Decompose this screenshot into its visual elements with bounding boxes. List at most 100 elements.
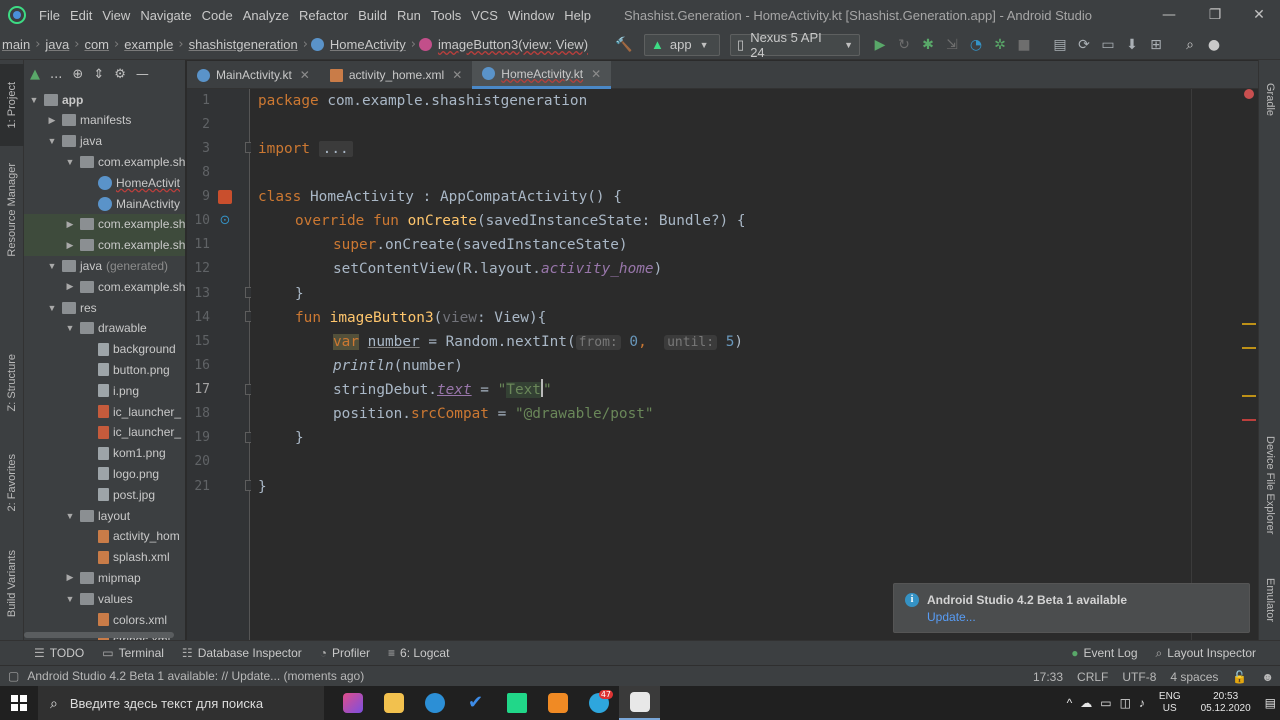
menu-refactor[interactable]: Refactor bbox=[294, 8, 353, 23]
tree-item[interactable]: logo.png bbox=[24, 463, 185, 484]
tool-layout-inspector[interactable]: ⌕ Layout Inspector bbox=[1156, 646, 1256, 661]
tab-favorites[interactable]: 2: Favorites bbox=[0, 442, 24, 524]
chevron-up-icon[interactable]: ^ bbox=[1067, 696, 1073, 710]
sync-gradle-icon[interactable]: ⟳ bbox=[1072, 33, 1096, 57]
taskbar-app-1[interactable] bbox=[332, 686, 373, 720]
tree-item[interactable]: ▶ manifests bbox=[24, 110, 185, 131]
folded-imports[interactable]: ... bbox=[318, 141, 353, 157]
taskbar-todo[interactable]: ✔ bbox=[455, 686, 496, 720]
tree-item[interactable]: ic_launcher_ bbox=[24, 422, 185, 443]
chevron-right-icon[interactable]: ▶ bbox=[64, 240, 76, 251]
chevron-down-icon[interactable]: ▼ bbox=[28, 95, 40, 105]
tree-item[interactable]: ▼ values bbox=[24, 588, 185, 609]
tree-item[interactable]: HomeActivit bbox=[24, 172, 185, 193]
maximize-button[interactable]: ❐ bbox=[1192, 0, 1238, 30]
menu-code[interactable]: Code bbox=[197, 8, 238, 23]
breadcrumb-method[interactable]: imageButton3(view: View) bbox=[436, 37, 590, 52]
taskbar-pycharm[interactable] bbox=[496, 686, 537, 720]
chevron-down-icon[interactable]: ▼ bbox=[64, 594, 76, 604]
menu-file[interactable]: File bbox=[34, 8, 65, 23]
warning-marker[interactable] bbox=[1242, 395, 1256, 397]
account-icon[interactable]: ● bbox=[1202, 33, 1226, 57]
breadcrumb-main[interactable]: main bbox=[0, 37, 32, 52]
tree-item[interactable]: ▼ java bbox=[24, 131, 185, 152]
chevron-down-icon[interactable]: ▼ bbox=[46, 136, 58, 146]
chevron-down-icon[interactable]: ▼ bbox=[64, 511, 76, 521]
close-icon[interactable]: ✕ bbox=[452, 68, 462, 82]
tab-activity-home-xml[interactable]: activity_home.xml ✕ bbox=[320, 61, 472, 89]
menu-navigate[interactable]: Navigate bbox=[135, 8, 196, 23]
chevron-down-icon[interactable]: ▼ bbox=[64, 157, 76, 167]
taskbar-app-6[interactable] bbox=[537, 686, 578, 720]
breadcrumb-class[interactable]: HomeActivity bbox=[328, 37, 408, 52]
run-icon[interactable]: ▶ bbox=[868, 33, 892, 57]
line-separator[interactable]: CRLF bbox=[1077, 670, 1108, 684]
chevron-down-icon[interactable]: ▼ bbox=[64, 323, 76, 333]
menu-run[interactable]: Run bbox=[392, 8, 426, 23]
tab-emulator[interactable]: Emulator bbox=[1258, 565, 1280, 635]
tree-item[interactable]: ▼ drawable bbox=[24, 318, 185, 339]
tab-mainactivity[interactable]: MainActivity.kt ✕ bbox=[187, 61, 320, 89]
chevron-right-icon[interactable]: ▶ bbox=[46, 115, 58, 126]
chevron-down-icon[interactable]: ▼ bbox=[46, 261, 58, 271]
inspector-icon[interactable]: ☻ bbox=[1261, 670, 1274, 684]
tree-item[interactable]: ▼ layout bbox=[24, 505, 185, 526]
tree-item[interactable]: i.png bbox=[24, 380, 185, 401]
tree-item[interactable]: splash.xml bbox=[24, 547, 185, 568]
profile-icon[interactable]: ◔ bbox=[964, 33, 988, 57]
tab-build-variants[interactable]: Build Variants bbox=[0, 538, 24, 630]
breadcrumb-package[interactable]: shashistgeneration bbox=[187, 37, 300, 52]
tree-item[interactable]: ▼ com.example.sh bbox=[24, 151, 185, 172]
chevron-down-icon[interactable]: ▼ bbox=[46, 303, 58, 313]
menu-edit[interactable]: Edit bbox=[65, 8, 97, 23]
tab-structure[interactable]: Z: Structure bbox=[0, 342, 24, 424]
tab-device-file-explorer[interactable]: Device File Explorer bbox=[1258, 425, 1280, 545]
device-dropdown[interactable]: ▯ Nexus 5 API 24 ▼ bbox=[730, 30, 861, 60]
run-config-dropdown[interactable]: ▲ app ▼ bbox=[644, 33, 721, 56]
debug-icon[interactable]: ✱ bbox=[916, 33, 940, 57]
error-marker[interactable] bbox=[1242, 419, 1256, 421]
menu-tools[interactable]: Tools bbox=[426, 8, 466, 23]
close-icon[interactable]: ✕ bbox=[300, 68, 310, 82]
tab-homeactivity[interactable]: HomeActivity.kt ✕ bbox=[472, 61, 612, 89]
error-indicator-icon[interactable] bbox=[1244, 89, 1254, 99]
caret-position[interactable]: 17:33 bbox=[1033, 670, 1063, 684]
tree-item[interactable]: post.jpg bbox=[24, 484, 185, 505]
tool-event-log[interactable]: ● Event Log bbox=[1071, 646, 1137, 660]
update-link[interactable]: Update... bbox=[927, 610, 976, 624]
menu-window[interactable]: Window bbox=[503, 8, 559, 23]
volume-icon[interactable]: ♪ bbox=[1139, 696, 1145, 710]
tree-item[interactable]: MainActivity bbox=[24, 193, 185, 214]
tree-item[interactable]: ▼ java (generated) bbox=[24, 255, 185, 276]
gear-icon[interactable]: ⚙ bbox=[114, 67, 126, 82]
status-message[interactable]: Android Studio 4.2 Beta 1 available: // … bbox=[27, 669, 364, 683]
collapse-icon[interactable]: ⇕ bbox=[93, 67, 104, 82]
taskbar-explorer[interactable] bbox=[373, 686, 414, 720]
tree-item[interactable]: colors.xml bbox=[24, 609, 185, 630]
network-icon[interactable]: ◫ bbox=[1120, 696, 1131, 710]
language-indicator[interactable]: ENG US bbox=[1159, 691, 1181, 715]
horizontal-scrollbar[interactable] bbox=[24, 632, 174, 638]
taskbar-telegram[interactable]: 47 bbox=[578, 686, 619, 720]
project-structure-icon[interactable]: ▤ bbox=[1048, 33, 1072, 57]
search-icon[interactable]: ⌕ bbox=[1178, 33, 1202, 57]
android-view-icon[interactable]: ▲ bbox=[30, 67, 40, 82]
onedrive-icon[interactable]: ☁ bbox=[1080, 696, 1092, 710]
tab-project[interactable]: 1: Project bbox=[0, 64, 24, 146]
menu-help[interactable]: Help bbox=[559, 8, 596, 23]
taskbar-edge[interactable] bbox=[414, 686, 455, 720]
menu-build[interactable]: Build bbox=[353, 8, 392, 23]
tool-terminal[interactable]: ▭ Terminal bbox=[102, 646, 164, 660]
close-window-button[interactable]: ✕ bbox=[1236, 0, 1280, 30]
lock-icon[interactable]: 🔓 bbox=[1232, 670, 1247, 684]
tree-item[interactable]: ▶ com.example.sh bbox=[24, 276, 185, 297]
tree-item[interactable]: activity_hom bbox=[24, 526, 185, 547]
avd-manager-icon[interactable]: ▭ bbox=[1096, 33, 1120, 57]
layout-toggle-icon[interactable]: ▢ bbox=[8, 669, 19, 683]
tree-item[interactable]: ▶ com.example.sh bbox=[24, 234, 185, 256]
breadcrumb-com[interactable]: com bbox=[82, 37, 111, 52]
project-view-selector[interactable]: ... bbox=[50, 67, 62, 82]
code-editor[interactable]: package com.example.shashistgeneration i… bbox=[251, 89, 1258, 640]
stop-icon[interactable]: ■ bbox=[1012, 33, 1036, 57]
tool-database-inspector[interactable]: ☷ Database Inspector bbox=[182, 646, 302, 660]
